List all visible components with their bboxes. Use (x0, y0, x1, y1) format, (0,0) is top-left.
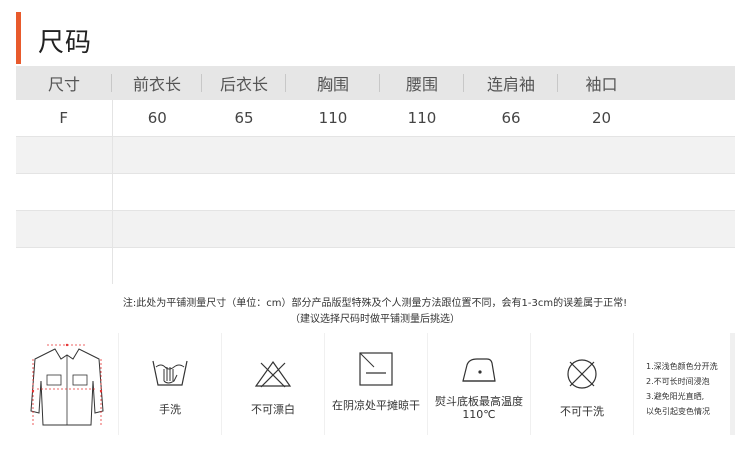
section-header: 尺码 (16, 8, 736, 64)
size-table: 尺寸 前衣长 后衣长 胸围 腰围 连肩袖 袖口 F 60 65 110 110 … (16, 66, 735, 284)
cell-cuff: 20 (558, 100, 645, 137)
care-label: 熨斗底板最高温度110℃ (435, 395, 523, 421)
cell-shoulder-sleeve: 66 (464, 100, 558, 137)
cell-chest: 110 (286, 100, 380, 137)
table-row-empty (16, 210, 735, 248)
care-note-line: 1.深浅色颜色分开洗 (646, 362, 718, 371)
iron-icon (459, 355, 499, 389)
note-line-2: （建议选择尺码时做平铺测量后挑选） (290, 314, 460, 325)
hand-wash-icon (150, 355, 190, 393)
care-note-line: 2.不可长时间浸泡 (646, 377, 710, 386)
col-header-chest: 胸围 (286, 66, 380, 100)
care-note-line: 3.避免阳光直晒, (646, 392, 705, 401)
care-notes: 1.深浅色颜色分开洗 2.不可长时间浸泡 3.避免阳光直晒, 以免引起变色情况 (646, 359, 718, 419)
no-bleach-icon (253, 359, 293, 393)
care-item-no-bleach: 不可漂白 (222, 333, 324, 435)
shirt-measure-icon (27, 341, 107, 433)
note-line-1: 注:此处为平铺测量尺寸（单位：cm）部分产品版型特殊及个人测量方法跟位置不同，会… (122, 298, 628, 309)
title-accent-bar (16, 12, 21, 64)
col-header-size: 尺寸 (16, 66, 112, 100)
no-dry-clean-icon (565, 357, 599, 395)
care-note-line: 以免引起变色情况 (646, 407, 710, 416)
care-item-notes: 1.深浅色颜色分开洗 2.不可长时间浸泡 3.避免阳光直晒, 以免引起变色情况 (634, 333, 730, 435)
table-header-row: 尺寸 前衣长 后衣长 胸围 腰围 连肩袖 袖口 (16, 66, 735, 100)
care-item-hand-wash: 手洗 (119, 333, 221, 435)
cell-back-length: 65 (202, 100, 286, 137)
table-row: F 60 65 110 110 66 20 (16, 100, 735, 137)
shade-dry-flat-icon (358, 351, 394, 391)
care-item-no-dry-clean: 不可干洗 (531, 333, 633, 435)
care-label: 不可干洗 (560, 405, 604, 418)
table-row-empty (16, 247, 735, 284)
care-label: 不可漂白 (251, 403, 295, 416)
col-header-back-length: 后衣长 (202, 66, 286, 100)
cell-size: F (16, 100, 113, 137)
care-instructions: 手洗 不可漂白 在阴凉处平摊晾干 熨斗底板最高温度110℃ 不可干洗 1.深浅色… (16, 333, 735, 435)
care-label: 手洗 (159, 403, 181, 416)
col-header-shoulder-sleeve: 连肩袖 (464, 66, 558, 100)
table-row-empty (16, 173, 735, 211)
care-item-iron: 熨斗底板最高温度110℃ (428, 333, 530, 435)
measurement-note: 注:此处为平铺测量尺寸（单位：cm）部分产品版型特殊及个人测量方法跟位置不同，会… (0, 296, 750, 328)
col-header-cuff: 袖口 (558, 66, 645, 100)
cell-waist: 110 (380, 100, 464, 137)
care-label: 在阴凉处平摊晾干 (332, 399, 420, 412)
table-row-empty (16, 136, 735, 174)
col-header-front-length: 前衣长 (112, 66, 202, 100)
page-title: 尺码 (38, 28, 93, 58)
care-item-shade-dry: 在阴凉处平摊晾干 (325, 333, 427, 435)
cell-blank (645, 100, 735, 137)
cell-front-length: 60 (112, 100, 202, 137)
col-header-waist: 腰围 (380, 66, 464, 100)
care-item-shirt (16, 333, 118, 435)
col-header-blank (645, 66, 735, 100)
